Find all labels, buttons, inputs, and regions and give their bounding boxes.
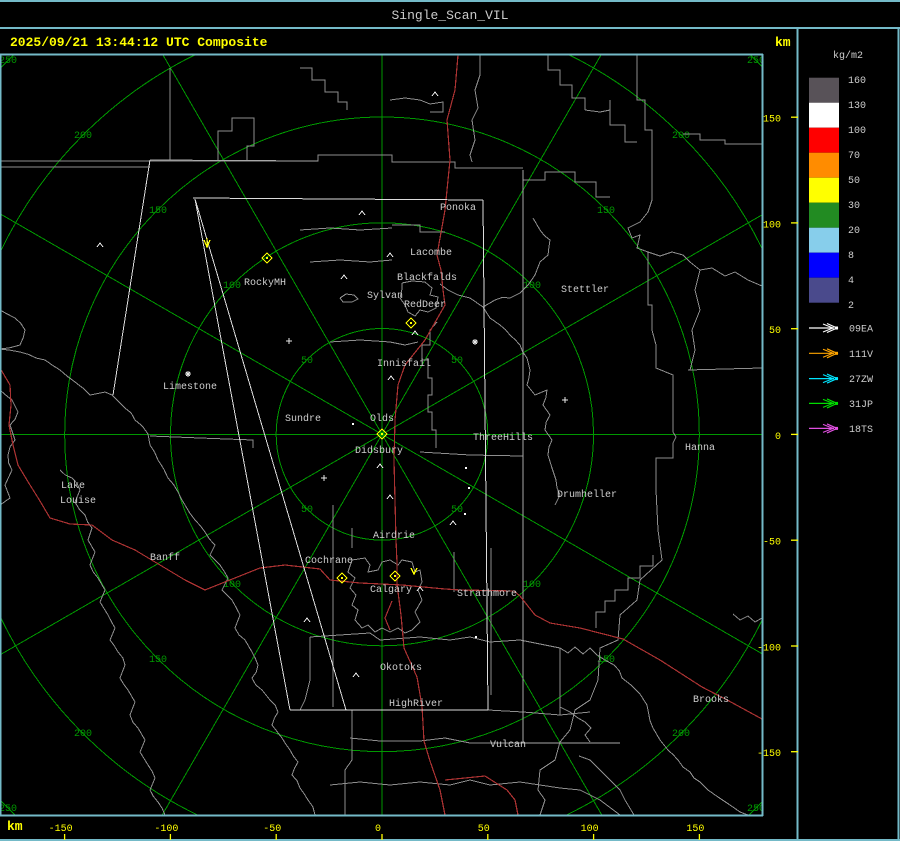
svg-text:100: 100 [223, 281, 241, 292]
svg-text:150: 150 [763, 115, 781, 126]
svg-text:100: 100 [523, 281, 541, 292]
svg-text:50: 50 [848, 176, 860, 187]
svg-text:200: 200 [672, 729, 690, 740]
svg-text:Lake: Lake [61, 480, 85, 492]
svg-text:100: 100 [763, 220, 781, 231]
svg-text:50: 50 [451, 505, 463, 516]
svg-text:Didsbury: Didsbury [355, 445, 403, 457]
svg-text:Sundre: Sundre [285, 413, 321, 425]
svg-text:Single_Scan_VIL: Single_Scan_VIL [391, 8, 508, 23]
svg-text:250: 250 [0, 56, 17, 67]
svg-text:Hanna: Hanna [685, 443, 715, 454]
svg-text:HighRiver: HighRiver [389, 698, 443, 710]
svg-text:20: 20 [848, 226, 860, 237]
svg-text:150: 150 [686, 824, 704, 835]
svg-text:100: 100 [848, 126, 866, 137]
svg-text:km: km [775, 35, 791, 50]
svg-text:50: 50 [301, 505, 313, 516]
svg-text:Okotoks: Okotoks [380, 662, 422, 674]
svg-text:160: 160 [848, 76, 866, 87]
svg-text:Cochrane: Cochrane [305, 555, 353, 567]
svg-text:Vulcan: Vulcan [490, 739, 526, 751]
svg-text:150: 150 [597, 206, 615, 217]
svg-text:50: 50 [451, 356, 463, 367]
svg-text:130: 130 [848, 101, 866, 112]
svg-text:ThreeHills: ThreeHills [473, 432, 533, 444]
svg-text:2: 2 [848, 301, 854, 312]
svg-text:-50: -50 [763, 538, 781, 549]
svg-text:Innisfail: Innisfail [377, 358, 431, 370]
svg-text:Limestone: Limestone [163, 381, 217, 393]
svg-text:31JP: 31JP [849, 400, 873, 411]
svg-text:250: 250 [0, 804, 17, 815]
svg-text:kg/m2: kg/m2 [833, 50, 863, 62]
svg-text:-150: -150 [49, 824, 73, 835]
svg-text:Drumheller: Drumheller [557, 489, 617, 501]
svg-text:Banff: Banff [150, 552, 180, 564]
svg-text:-150: -150 [757, 749, 781, 760]
svg-text:200: 200 [74, 729, 92, 740]
svg-text:18TS: 18TS [849, 425, 873, 436]
svg-text:Airdrie: Airdrie [373, 530, 415, 542]
svg-text:200: 200 [74, 131, 92, 142]
svg-text:100: 100 [523, 580, 541, 591]
svg-text:50: 50 [478, 824, 490, 835]
svg-text:2025/09/21 13:44:12 UTC Compos: 2025/09/21 13:44:12 UTC Composite [10, 35, 268, 50]
svg-text:27ZW: 27ZW [849, 375, 873, 386]
svg-text:4: 4 [848, 276, 854, 287]
svg-text:RockyMH: RockyMH [244, 277, 286, 289]
svg-text:50: 50 [769, 326, 781, 337]
svg-text:111V: 111V [849, 350, 873, 361]
svg-text:50: 50 [301, 356, 313, 367]
svg-text:8: 8 [848, 251, 854, 262]
svg-text:Blackfalds: Blackfalds [397, 272, 457, 284]
svg-text:200: 200 [672, 131, 690, 142]
svg-text:0: 0 [775, 432, 781, 443]
svg-text:Olds: Olds [370, 413, 394, 425]
svg-text:150: 150 [149, 655, 167, 666]
svg-text:09EA: 09EA [849, 325, 873, 336]
svg-text:-100: -100 [757, 644, 781, 655]
svg-text:Stettler: Stettler [561, 284, 609, 296]
svg-text:Louise: Louise [60, 495, 96, 507]
svg-text:Calgary: Calgary [370, 584, 412, 596]
svg-text:km: km [7, 819, 23, 834]
svg-text:-50: -50 [263, 824, 281, 835]
svg-text:70: 70 [848, 151, 860, 162]
svg-text:RedDeer: RedDeer [404, 299, 446, 311]
svg-text:Ponoka: Ponoka [440, 202, 476, 214]
svg-text:150: 150 [149, 206, 167, 217]
svg-text:Sylvan: Sylvan [367, 290, 403, 302]
svg-text:30: 30 [848, 201, 860, 212]
svg-text:Brooks: Brooks [693, 694, 729, 706]
svg-text:100: 100 [581, 824, 599, 835]
svg-text:0: 0 [375, 824, 381, 835]
svg-text:Strathmore: Strathmore [457, 588, 517, 600]
svg-text:-100: -100 [154, 824, 178, 835]
svg-text:Lacombe: Lacombe [410, 247, 452, 259]
